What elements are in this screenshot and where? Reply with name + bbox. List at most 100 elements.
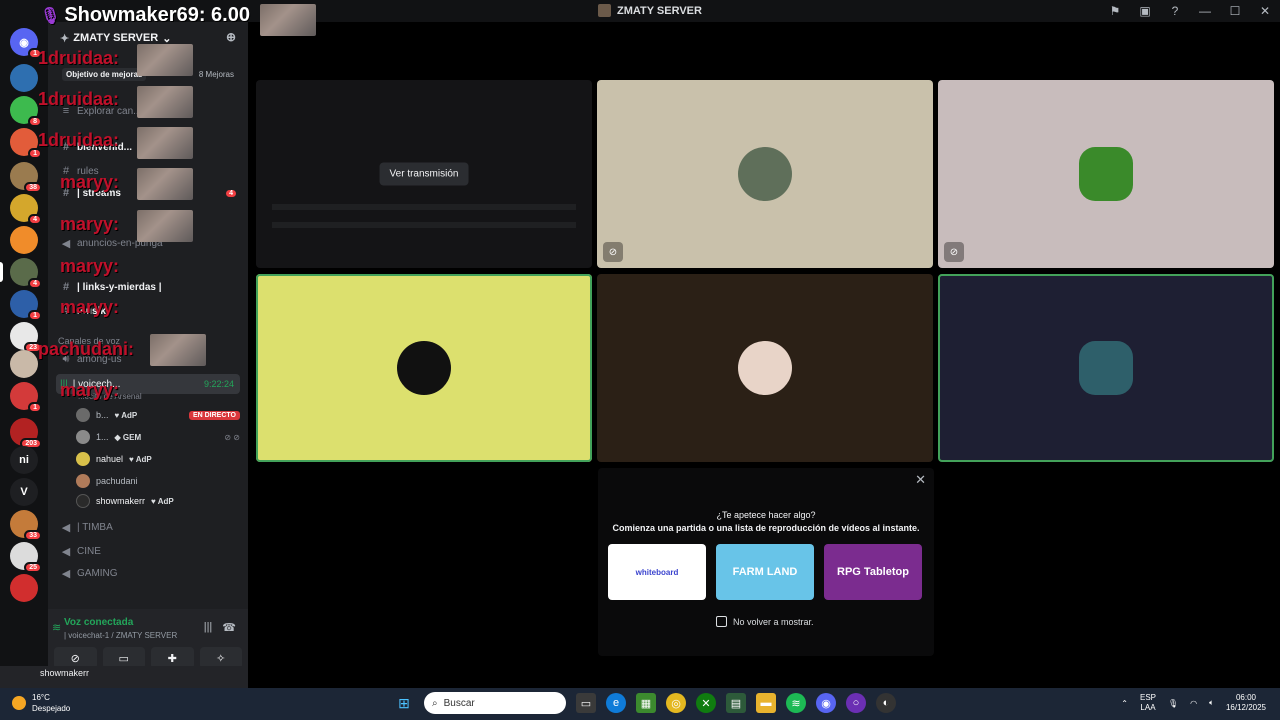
close-icon[interactable]: ✕: [915, 472, 926, 488]
checkbox[interactable]: [716, 616, 727, 627]
user-bar[interactable]: showmakerr: [0, 666, 248, 688]
clock-date: 16/12/2025: [1225, 703, 1266, 712]
voice-status-label[interactable]: Voz conectada: [64, 617, 133, 628]
user-name: b...: [96, 410, 109, 420]
start-button[interactable]: ⊞: [394, 693, 414, 713]
chevron-up-icon[interactable]: ⌃: [1121, 699, 1128, 708]
file-explorer-icon[interactable]: ▬: [756, 693, 776, 713]
user-tag-text: AdP: [135, 454, 152, 464]
task-view-icon[interactable]: ▭: [576, 693, 596, 713]
user-tag: ◆ GEM: [114, 432, 142, 442]
server-badge: 1: [28, 310, 42, 321]
edge-icon[interactable]: e: [606, 693, 626, 713]
server-icon[interactable]: 33: [10, 510, 42, 541]
voice-channel-item[interactable]: ◀ CINE: [56, 542, 240, 560]
activity-list: whiteboard FARM LAND RPG Tabletop: [608, 544, 922, 600]
server-icon-text[interactable]: V: [10, 478, 38, 506]
inbox-icon[interactable]: ▣: [1130, 4, 1160, 18]
chrome-icon[interactable]: ◎: [666, 693, 686, 713]
user-tile[interactable]: [256, 274, 592, 462]
chevron-down-icon: ⌄: [162, 32, 172, 45]
activity-description: Comienza una partida o una lista de repr…: [612, 523, 920, 533]
volume-icon[interactable]: 🔈︎: [1209, 698, 1214, 708]
app-icon[interactable]: ▤: [726, 693, 746, 713]
user-tile[interactable]: [938, 274, 1274, 462]
watch-stream-button[interactable]: Ver transmisión: [379, 162, 469, 186]
user-tile[interactable]: ⊘: [597, 80, 933, 268]
user-tile[interactable]: [597, 274, 933, 462]
activity-card[interactable]: RPG Tabletop: [824, 544, 922, 600]
dont-show-again[interactable]: No volver a mostrar.: [716, 616, 814, 627]
user-tile[interactable]: ⊘: [938, 80, 1274, 268]
overlay-image: [137, 44, 193, 76]
xbox-icon[interactable]: ✕: [696, 693, 716, 713]
server-icon[interactable]: 1: [10, 382, 42, 413]
add-user-icon[interactable]: ⊕: [226, 30, 236, 44]
voice-channel-item[interactable]: ◀ | TIMBA: [56, 518, 240, 536]
server-icon[interactable]: 25: [10, 542, 42, 573]
overlay-name: pachudani:: [38, 339, 135, 359]
home-button[interactable]: ◉ 1: [10, 28, 42, 59]
noise-suppression-icon[interactable]: |||: [204, 621, 213, 634]
server-icon[interactable]: 1: [10, 290, 42, 321]
voice-channel-item[interactable]: ◀ GAMING: [56, 564, 240, 582]
muted-icon: ⊘ ⊘: [224, 432, 240, 442]
server-icon[interactable]: 1: [10, 128, 42, 159]
server-icon[interactable]: [10, 350, 38, 378]
overlay-image: [137, 127, 193, 159]
channel-label: | TIMBA: [77, 521, 113, 533]
minecraft-icon[interactable]: ▦: [636, 693, 656, 713]
voice-channel-path[interactable]: | voicechat-1 / ZMATY SERVER: [64, 631, 177, 640]
server-icon[interactable]: 203: [10, 418, 42, 449]
server-icon[interactable]: 8: [10, 96, 42, 127]
server-icon[interactable]: [10, 226, 38, 254]
server-icon[interactable]: [10, 64, 38, 92]
voice-user[interactable]: 1... ◆ GEM ⊘ ⊘: [76, 428, 240, 446]
server-icon[interactable]: 38: [10, 162, 42, 193]
channel-item[interactable]: # | links-y-mierdas |: [56, 278, 240, 296]
disconnect-icon[interactable]: ☎: [222, 621, 236, 634]
weather-widget[interactable]: 16°C Despejado: [12, 692, 70, 714]
server-icon-text[interactable]: ni: [10, 446, 38, 474]
stream-tile[interactable]: Ver transmisión: [256, 80, 592, 268]
user-tag-text: GEM: [122, 432, 142, 442]
overlay-top-text: Showmaker69: 6.00: [64, 4, 250, 26]
clock[interactable]: 06:00 16/12/2025: [1226, 693, 1266, 713]
window-title: ZMATY SERVER: [598, 4, 702, 17]
help-icon[interactable]: ?: [1160, 4, 1190, 18]
obs-icon[interactable]: ◐: [876, 693, 896, 713]
activity-card[interactable]: FARM LAND: [716, 544, 814, 600]
minimize-button[interactable]: —: [1190, 4, 1220, 18]
server-badge: 1: [28, 402, 42, 413]
language-indicator[interactable]: ESP LAA: [1140, 693, 1156, 713]
wifi-icon[interactable]: ◠: [1190, 699, 1197, 708]
microphone-icon[interactable]: 🎙︎: [1168, 699, 1178, 708]
server-icon[interactable]: 4: [10, 194, 42, 225]
hash-icon: #: [62, 281, 70, 293]
overlay-image: [137, 210, 193, 242]
flag-icon[interactable]: ⚑: [1100, 4, 1130, 18]
voice-user[interactable]: pachudani: [76, 472, 240, 490]
weather-status: Despejado: [32, 704, 71, 713]
voice-user[interactable]: nahuel ♥ AdP: [76, 450, 240, 468]
camera-off-icon: ⊘: [603, 242, 623, 262]
close-button[interactable]: ✕: [1250, 4, 1280, 18]
activity-question: ¿Te apetece hacer algo?: [716, 510, 816, 520]
signal-icon: ≋: [52, 622, 62, 634]
overlay-name: maryy:: [60, 214, 120, 234]
search-box[interactable]: ⌕ Buscar: [424, 692, 566, 714]
maximize-button[interactable]: ☐: [1220, 4, 1250, 18]
activity-prompt: ✕ ¿Te apetece hacer algo? Comienza una p…: [598, 468, 934, 656]
server-icon[interactable]: [10, 574, 38, 602]
selected-server-pill: [0, 262, 3, 282]
activity-card[interactable]: whiteboard: [608, 544, 706, 600]
temperature: 16°C: [32, 693, 50, 702]
server-icon[interactable]: 23: [10, 322, 42, 353]
server-icon-zmaty[interactable]: 4: [10, 258, 42, 289]
discord-icon[interactable]: ◉: [816, 693, 836, 713]
preview-bar: [272, 204, 576, 210]
spotify-icon[interactable]: ≋: [786, 693, 806, 713]
app-icon[interactable]: ○: [846, 693, 866, 713]
voice-user[interactable]: b... ♥ AdP EN DIRECTO: [76, 406, 240, 424]
voice-user[interactable]: showmakerr ♥ AdP: [76, 492, 240, 510]
